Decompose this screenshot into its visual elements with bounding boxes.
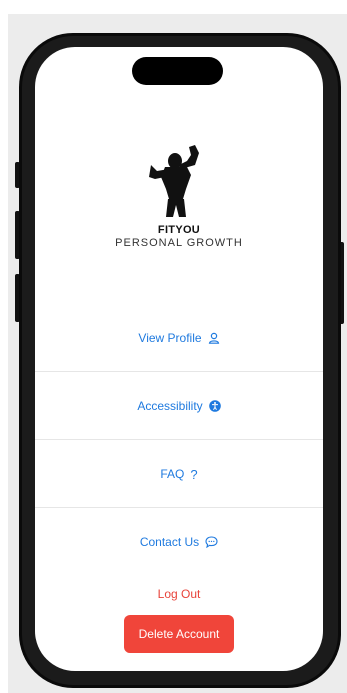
brand-tagline: PERSONAL GROWTH bbox=[115, 237, 243, 249]
person-icon bbox=[208, 332, 220, 344]
delete-account-button[interactable]: Delete Account bbox=[124, 615, 234, 653]
contact-us-item[interactable]: Contact Us bbox=[35, 508, 323, 576]
chat-bubble-icon bbox=[205, 536, 218, 548]
accessibility-label: Accessibility bbox=[137, 399, 203, 413]
phone-frame: FITYOU PERSONAL GROWTH View Profile Acce… bbox=[19, 33, 341, 688]
background-strip bbox=[0, 0, 347, 14]
question-mark-icon: ? bbox=[190, 466, 198, 482]
background-strip bbox=[0, 0, 8, 693]
bodybuilder-logo-icon bbox=[149, 145, 199, 217]
brand-name: FITYOU bbox=[157, 224, 201, 236]
faq-label: FAQ bbox=[160, 467, 185, 481]
accessibility-item[interactable]: Accessibility bbox=[35, 372, 323, 440]
logout-link[interactable]: Log Out bbox=[35, 587, 323, 601]
faq-item[interactable]: FAQ ? bbox=[35, 440, 323, 508]
contact-us-label: Contact Us bbox=[139, 535, 200, 549]
accessibility-icon bbox=[208, 400, 221, 412]
app-screen: FITYOU PERSONAL GROWTH View Profile Acce… bbox=[35, 47, 323, 671]
dynamic-island bbox=[132, 57, 223, 85]
logo-block: FITYOU PERSONAL GROWTH bbox=[35, 139, 323, 249]
view-profile-label: View Profile bbox=[138, 331, 202, 345]
view-profile-item[interactable]: View Profile bbox=[35, 304, 323, 372]
